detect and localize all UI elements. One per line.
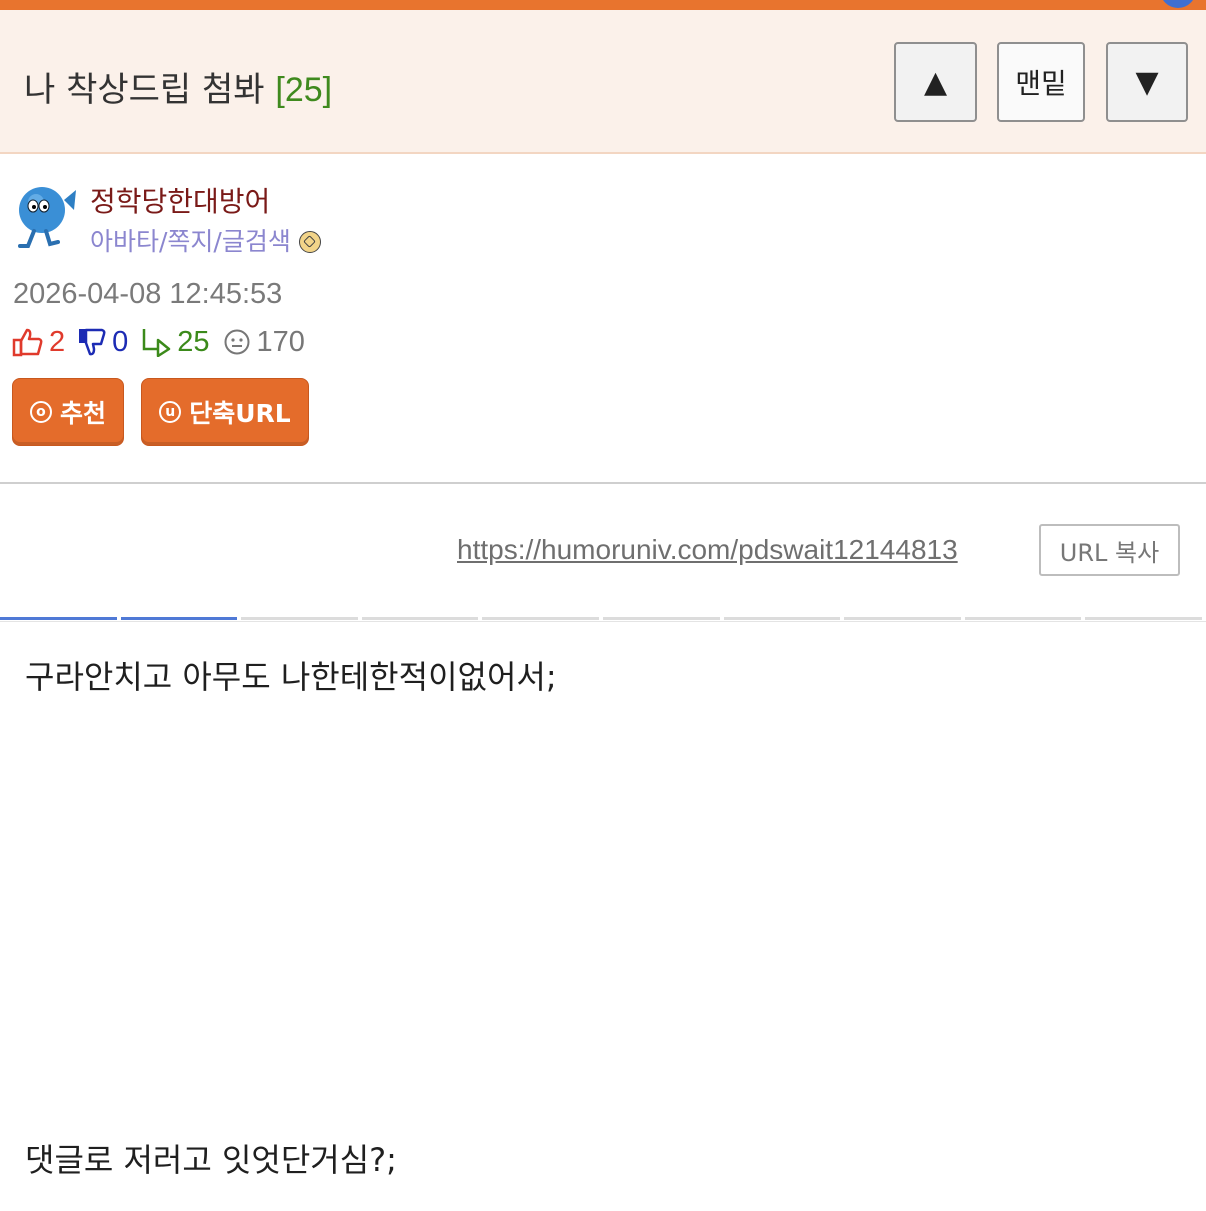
scroll-bottom-button[interactable]: 맨밑 — [997, 42, 1085, 122]
short-url-label: 단축URL — [189, 399, 291, 428]
level-badge-icon — [298, 231, 321, 253]
reply-count: 25 — [177, 325, 210, 358]
post-url-link[interactable]: https://humoruniv.com/pdswait12144813 — [457, 534, 958, 566]
post-stats: 2 0 25 170 — [12, 322, 317, 362]
tab-indicator — [241, 617, 358, 620]
copy-url-button[interactable]: URL 복사 — [1039, 524, 1180, 576]
recommend-button[interactable]: o 추천 — [12, 378, 124, 446]
tab-indicator — [361, 617, 479, 620]
reply-arrow-icon — [143, 329, 171, 357]
author-menu-link[interactable]: 아바타/쪽지/글검색 — [90, 227, 291, 256]
post-body-line: 구라안치고 아무도 나한테한적이없어서; — [25, 658, 557, 696]
reply-stat: 25 — [140, 325, 210, 359]
tab-indicator — [120, 617, 238, 620]
fish-avatar-icon[interactable] — [16, 184, 78, 252]
tab-indicator — [844, 617, 961, 620]
comment-count: [25] — [275, 71, 333, 109]
divider — [0, 482, 1206, 484]
view-count: 170 — [256, 325, 305, 358]
thumbs-up-icon — [12, 328, 43, 357]
dislike-stat: 0 — [77, 326, 128, 359]
recommend-label: 추천 — [59, 399, 106, 428]
author-links: 아바타/쪽지/글검색 — [90, 222, 321, 258]
tab-indicator — [723, 617, 841, 620]
short-url-button[interactable]: u 단축URL — [141, 378, 309, 446]
short-url-circle-icon: u — [159, 401, 182, 423]
post-date: 2026-04-08 12:45:53 — [13, 278, 283, 310]
tab-indicator — [602, 617, 720, 620]
author-block: 정학당한대방어 아바타/쪽지/글검색 — [16, 180, 616, 260]
profile-dot-icon[interactable] — [1160, 0, 1196, 8]
post-title-text: 나 착상드립 첨봐 — [24, 70, 265, 110]
tab-indicator — [482, 617, 599, 620]
like-count: 2 — [49, 325, 66, 358]
dislike-count: 0 — [112, 325, 129, 358]
like-stat: 2 — [12, 326, 65, 359]
recommend-circle-icon: o — [29, 401, 52, 423]
scroll-up-button[interactable]: ▲ — [894, 42, 977, 122]
tab-indicator — [964, 617, 1082, 620]
smiley-view-icon — [224, 329, 250, 355]
top-accent-bar — [0, 0, 1206, 10]
tab-indicator — [1085, 617, 1202, 620]
post-title: 나 착상드립 첨봐 [25] — [24, 62, 332, 111]
post-header: 나 착상드립 첨봐 [25] ▲ 맨밑 ▼ — [0, 10, 1206, 154]
view-stat: 170 — [222, 326, 305, 359]
thumbs-down-icon — [79, 328, 106, 356]
post-body-line: 댓글로 저러고 잇엇단거심?; — [25, 1141, 397, 1179]
divider — [0, 621, 1206, 622]
tab-indicator — [0, 617, 117, 620]
scroll-down-button[interactable]: ▼ — [1106, 42, 1188, 122]
author-nickname[interactable]: 정학당한대방어 — [90, 180, 270, 220]
